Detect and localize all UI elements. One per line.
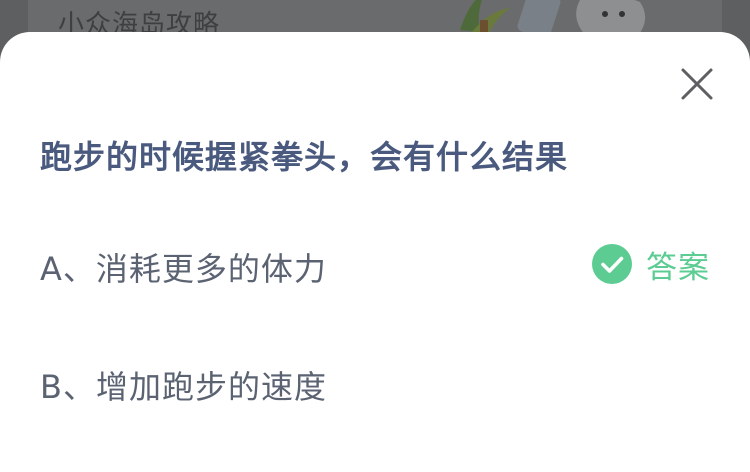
option-b-label: B、增加跑步的速度 (40, 368, 327, 406)
answer-badge: 答案 (592, 243, 710, 286)
option-a[interactable]: A、消耗更多的体力 答案 (40, 234, 710, 294)
option-b[interactable]: B、增加跑步的速度 (40, 352, 710, 412)
answer-label: 答案 (646, 249, 710, 286)
question-title: 跑步的时候握紧拳头，会有什么结果 (40, 138, 569, 176)
close-icon[interactable] (677, 64, 717, 104)
option-a-label: A、消耗更多的体力 (40, 250, 327, 288)
check-circle-icon (592, 244, 632, 284)
